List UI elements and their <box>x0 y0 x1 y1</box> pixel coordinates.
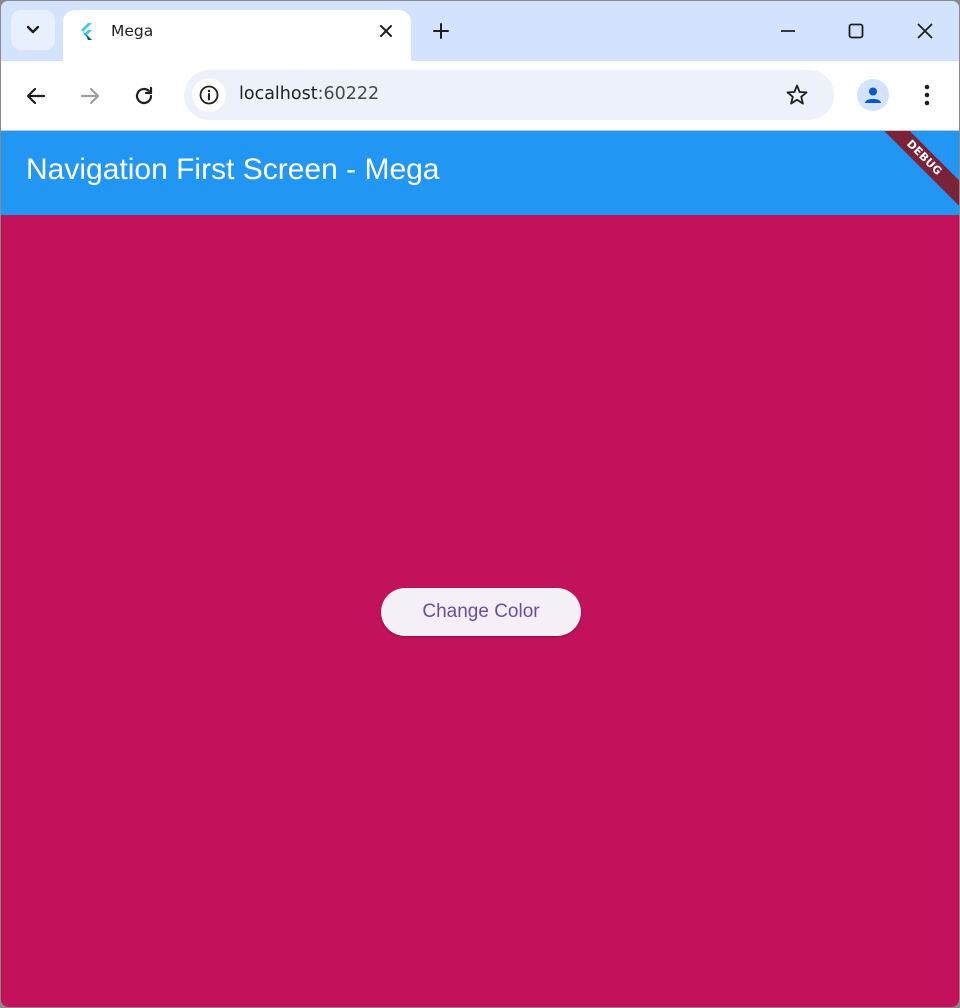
close-window-button[interactable] <box>911 17 939 45</box>
minimize-icon <box>781 30 795 32</box>
tab-search-button[interactable] <box>11 10 55 50</box>
chevron-down-icon <box>26 25 40 34</box>
close-icon <box>380 25 392 37</box>
plus-icon <box>433 23 449 39</box>
url-text[interactable]: localhost:60222 <box>239 84 379 104</box>
flutter-logo-icon <box>81 23 92 40</box>
tab-title: Mega <box>111 22 154 40</box>
maximize-icon <box>848 23 864 39</box>
person-icon <box>865 87 881 103</box>
info-icon <box>199 85 219 105</box>
back-button[interactable] <box>21 81 51 111</box>
reload-icon <box>135 86 153 105</box>
browser-toolbar: localhost:60222 <box>1 61 959 131</box>
profile-button[interactable] <box>857 79 889 111</box>
app-bar-title: Navigation First Screen - Mega <box>26 153 440 186</box>
minimize-button[interactable] <box>774 17 802 45</box>
forward-button[interactable] <box>75 81 105 111</box>
site-info-button[interactable] <box>192 78 226 112</box>
app-viewport: Navigation First Screen - Mega DEBUG Cha… <box>1 131 959 1007</box>
reload-button[interactable] <box>129 81 159 111</box>
url-port: :60222 <box>317 84 380 104</box>
star-icon <box>786 84 808 105</box>
new-tab-button[interactable] <box>429 19 453 43</box>
arrow-left-icon <box>26 87 46 105</box>
browser-tab[interactable]: Mega <box>63 10 411 61</box>
tab-strip: Mega <box>1 1 959 61</box>
browser-menu-button[interactable] <box>913 81 941 109</box>
browser-window: Mega localhost:60222 Navigation First Sc… <box>0 0 960 1008</box>
more-vert-icon <box>924 84 930 106</box>
url-host: localhost <box>239 84 318 104</box>
app-bar: Navigation First Screen - Mega <box>1 131 959 215</box>
close-tab-button[interactable] <box>375 20 397 42</box>
close-icon <box>917 23 933 39</box>
arrow-right-icon <box>80 87 100 105</box>
address-bar[interactable]: localhost:60222 <box>184 70 834 120</box>
change-color-button[interactable]: Change Color <box>381 588 581 636</box>
maximize-button[interactable] <box>842 17 870 45</box>
bookmark-button[interactable] <box>784 82 810 108</box>
